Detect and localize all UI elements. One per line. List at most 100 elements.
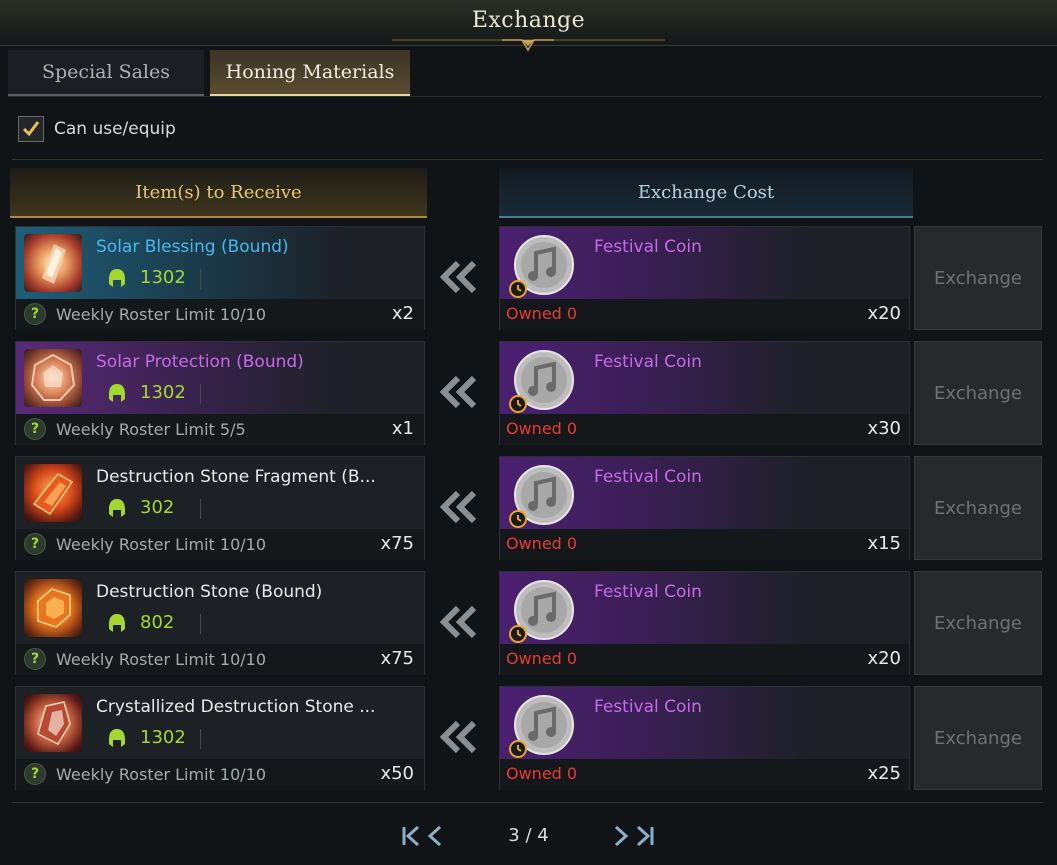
cost-quantity: x20 [867,303,901,324]
cost-card: Festival Coin Owned 0 x20 [499,226,910,330]
item-header: Destruction Stone Fragment (B... 302 [16,457,424,529]
item-name: Solar Blessing (Bound) [96,237,289,257]
festival-coin-icon [509,465,574,528]
cost-header: Festival Coin [500,687,909,759]
exchange-button[interactable]: Exchange [914,226,1042,330]
pagination: 3 / 4 [0,822,1057,850]
can-use-checkbox[interactable] [18,116,44,142]
festival-coin-icon [509,580,574,643]
helmet-icon [109,383,125,402]
cost-card: Festival Coin Owned 0 x30 [499,341,910,445]
double-chevron-left-icon [440,375,477,409]
window-title: Exchange [471,8,586,33]
question-mark-icon[interactable]: ? [24,648,46,670]
exchange-button[interactable]: Exchange [914,456,1042,560]
currency-name: Festival Coin [594,582,702,602]
item-level: 302 [108,497,174,518]
cost-footer: Owned 0 x20 [500,299,909,330]
item-card[interactable]: Solar Protection (Bound) 1302 ? Weekly R… [15,341,425,445]
item-header: Destruction Stone (Bound) 802 [16,572,424,644]
tab-honing-materials[interactable]: Honing Materials [210,50,410,96]
currency-name: Festival Coin [594,237,702,257]
question-mark-icon[interactable]: ? [24,533,46,555]
exchange-row: Destruction Stone (Bound) 802 ? Weekly R… [0,571,1057,675]
item-level-value: 1302 [140,267,186,288]
cost-header: Festival Coin [500,572,909,644]
exchange-button[interactable]: Exchange [914,686,1042,790]
cost-quantity: x15 [867,533,901,554]
item-name: Destruction Stone Fragment (B... [96,467,376,487]
exchange-row: Solar Blessing (Bound) 1302 ? Weekly Ros… [0,226,1057,330]
double-chevron-left-icon [440,490,477,524]
item-footer: ? Weekly Roster Limit 5/5 x1 [16,414,424,445]
item-header: Solar Blessing (Bound) 1302 [16,227,424,299]
exchange-button[interactable]: Exchange [914,571,1042,675]
item-level-value: 802 [140,612,175,633]
festival-coin-icon [509,695,574,758]
item-level-divider [200,499,201,519]
exchange-row: Destruction Stone Fragment (B... 302 ? W… [0,456,1057,560]
item-card[interactable]: Solar Blessing (Bound) 1302 ? Weekly Ros… [15,226,425,330]
item-card[interactable]: Crystallized Destruction Stone ... 1302 … [15,686,425,790]
helmet-icon [109,728,125,747]
destruction-stone-fragment-icon [24,464,82,522]
item-quantity: x1 [391,418,414,439]
can-use-label: Can use/equip [54,119,176,139]
question-mark-icon[interactable]: ? [24,763,46,785]
festival-coin-icon [509,235,574,298]
cost-header: Festival Coin [500,457,909,529]
helmet-icon [109,613,125,632]
exchange-row: Solar Protection (Bound) 1302 ? Weekly R… [0,341,1057,445]
exchange-button[interactable]: Exchange [914,341,1042,445]
limit-text: Weekly Roster Limit 5/5 [56,420,246,439]
double-chevron-left-icon [440,260,477,294]
helmet-icon [109,498,125,517]
helmet-icon [109,268,125,287]
limit-text: Weekly Roster Limit 10/10 [56,535,266,554]
question-mark-icon[interactable]: ? [24,303,46,325]
cost-footer: Owned 0 x25 [500,759,909,790]
item-level: 1302 [108,267,186,288]
item-name: Destruction Stone (Bound) [96,582,323,602]
cost-quantity: x25 [867,763,901,784]
solar-blessing-icon [24,234,82,292]
double-chevron-left-icon [440,605,477,639]
cost-header: Exchange Cost [499,168,913,218]
footer-divider [12,802,1043,803]
item-quantity: x2 [391,303,414,324]
item-card[interactable]: Destruction Stone (Bound) 802 ? Weekly R… [15,571,425,675]
tabs-divider [8,96,1041,97]
cost-header: Festival Coin [500,227,909,299]
item-quantity: x50 [380,763,414,784]
checkmark-icon [22,121,40,137]
item-name: Solar Protection (Bound) [96,352,304,372]
item-level-divider [200,384,201,404]
item-level-value: 1302 [140,727,186,748]
cost-quantity: x20 [867,648,901,669]
item-level-divider [200,269,201,289]
crystallized-destruction-stone-icon [24,694,82,752]
tab-special-sales[interactable]: Special Sales [8,50,204,96]
cost-footer: Owned 0 x20 [500,644,909,675]
owned-count: Owned 0 [506,534,578,553]
question-mark-icon[interactable]: ? [24,418,46,440]
item-level-value: 1302 [140,382,186,403]
item-footer: ? Weekly Roster Limit 10/10 x50 [16,759,424,790]
owned-count: Owned 0 [506,764,578,783]
tab-bar: Special Sales Honing Materials [8,50,1057,96]
item-footer: ? Weekly Roster Limit 10/10 x75 [16,644,424,675]
item-quantity: x75 [380,533,414,554]
item-header: Crystallized Destruction Stone ... 1302 [16,687,424,759]
limit-text: Weekly Roster Limit 10/10 [56,765,266,784]
exchange-row: Crystallized Destruction Stone ... 1302 … [0,686,1057,790]
last-page-icon[interactable] [606,822,658,850]
destruction-stone-icon [24,579,82,637]
cost-card: Festival Coin Owned 0 x25 [499,686,910,790]
page-indicator: 3 / 4 [508,825,549,846]
item-footer: ? Weekly Roster Limit 10/10 x75 [16,529,424,560]
limit-text: Weekly Roster Limit 10/10 [56,305,266,324]
item-card[interactable]: Destruction Stone Fragment (B... 302 ? W… [15,456,425,560]
item-footer: ? Weekly Roster Limit 10/10 x2 [16,299,424,330]
double-chevron-left-icon [440,720,477,754]
owned-count: Owned 0 [506,649,578,668]
